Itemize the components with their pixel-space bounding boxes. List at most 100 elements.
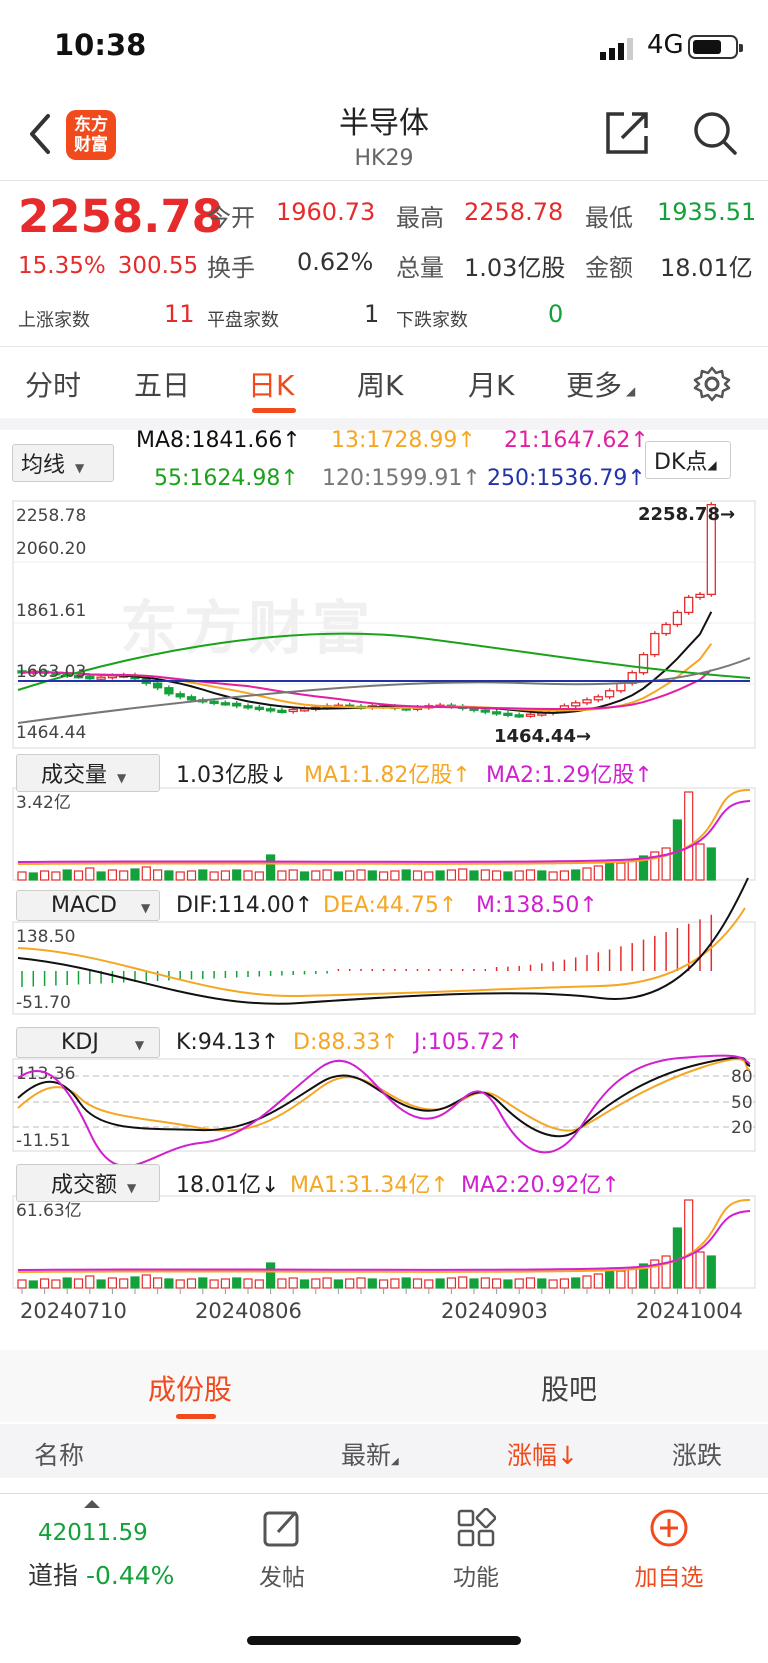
ma21-value: 21:1647.62↑ [504,428,649,453]
tab-weekly-k[interactable]: 周K [357,364,403,404]
volume-current: 1.03亿股↓ [176,763,288,788]
amount-bar [706,1255,716,1289]
max-price-tag: 2258.78→ [638,504,735,525]
low-value: 1935.51 [657,198,757,226]
amount-bar [209,1279,219,1289]
expand-up-icon[interactable] [84,1500,100,1508]
volume-bar [367,870,377,881]
tab-daily-k[interactable]: 日K [248,364,294,404]
ma250-value: 250:1536.79↑ [487,466,646,491]
volume-bar [62,869,72,881]
y-label: 1861.61 [16,601,86,621]
down-label: 下跌家数 [396,310,468,331]
amount-bar [198,1277,208,1289]
function-button[interactable]: 功能 [446,1558,506,1592]
volume-bars [17,788,751,881]
volume-indicator-selector[interactable]: 成交量 ▼ [16,754,160,792]
amount-bar [322,1277,332,1289]
bottom-bar: 42011.59 道指 -0.44% 发帖 功能 加自选 [0,1494,768,1663]
min-price-tag: 1464.44→ [494,726,591,747]
macd-m: M:138.50↑ [476,893,598,918]
sub-tabs: 成份股 股吧 [0,1350,768,1422]
ma-selector-label: 均线 [21,453,66,478]
tab-five-day[interactable]: 五日 [134,364,190,404]
candle-body [661,623,671,635]
kdj-indicator-selector[interactable]: KDJ ▼ [16,1027,160,1058]
col-latest-label: 最新 [341,1441,392,1470]
kdj-level-label: 50 [731,1093,753,1113]
volume-bar [254,871,264,881]
post-button[interactable]: 发帖 [252,1558,312,1592]
amount-indicator-selector[interactable]: 成交额 ▼ [16,1164,160,1202]
amount-bar [469,1278,479,1289]
add-circle-icon[interactable] [649,1508,689,1548]
x-date-label: 20240903 [441,1299,548,1323]
amount-bar [17,1279,27,1289]
volume-bar [243,870,253,881]
tab-more[interactable]: 更多 ◢ [566,364,635,404]
amount-bar [311,1278,321,1289]
volume-bar [153,869,163,881]
amount-bar [616,1270,626,1289]
share-icon[interactable] [604,108,652,156]
volume-ma2-line [17,800,751,863]
high-value: 2258.78 [464,198,564,226]
amount-max-label: 61.63亿 [16,1201,82,1221]
dk-point-button[interactable]: DK点◢ [645,441,731,479]
candle-body [277,709,287,713]
volume-bar [356,869,366,881]
candle-body [232,702,242,707]
tab-minute[interactable]: 分时 [25,364,81,404]
add-watchlist-button[interactable]: 加自选 [624,1558,714,1592]
settings-gear-icon[interactable] [693,365,731,403]
amount-bar [186,1278,197,1289]
volume-bar [390,870,400,881]
candle-body [254,706,264,710]
amount-bar [593,1273,603,1289]
candle-body [85,675,95,680]
macd-indicator-selector[interactable]: MACD ▼ [16,890,160,921]
function-grid-icon[interactable] [456,1508,496,1548]
volume-label: 总量 [396,254,444,282]
dow-index-value[interactable]: 42011.59 [38,1520,148,1546]
amount-bar [299,1279,310,1289]
kdj-panel-frame [12,1058,756,1152]
candle-body [593,696,603,701]
candle-body [503,712,513,717]
network-type: 4G [647,30,684,60]
col-name[interactable]: 名称 [34,1436,84,1472]
compose-icon[interactable] [262,1508,302,1548]
volume-bar [604,861,615,881]
amount-label: 金额 [585,254,633,282]
volume-bar [401,869,411,881]
low-label: 最低 [585,204,633,232]
tab-constituents[interactable]: 成份股 [148,1368,232,1408]
col-change[interactable]: 涨跌 [672,1436,722,1472]
kdj-j-line [17,1054,751,1167]
ma-selector[interactable]: 均线 ▼ [12,444,114,482]
kdj-level-label: 20 [731,1118,753,1138]
kdj-d: D:88.33↑ [293,1030,399,1055]
volume-bar [141,866,151,881]
amount-bar [480,1277,490,1289]
amount-bar [627,1267,637,1289]
amount-bar [345,1278,355,1289]
tab-more-label: 更多 [566,369,623,402]
search-icon[interactable] [692,110,738,156]
tab-forum[interactable]: 股吧 [541,1368,597,1408]
dow-index[interactable]: 道指 -0.44% [28,1556,174,1592]
last-price: 2258.78 [18,190,223,243]
amount-bar [141,1274,151,1289]
amount-bar [39,1278,50,1289]
col-change-pct[interactable]: 涨幅↓ [507,1436,578,1472]
volume-bar [469,870,479,881]
amount-bar [367,1278,377,1289]
volume-bar [503,871,513,881]
amount-bar [525,1277,536,1289]
col-latest[interactable]: 最新◢ [341,1436,399,1472]
home-indicator [247,1636,521,1645]
tab-monthly-k[interactable]: 月K [468,364,514,404]
volume-bar [616,862,626,881]
amount-bar [548,1279,558,1289]
amount-bar [356,1277,366,1289]
